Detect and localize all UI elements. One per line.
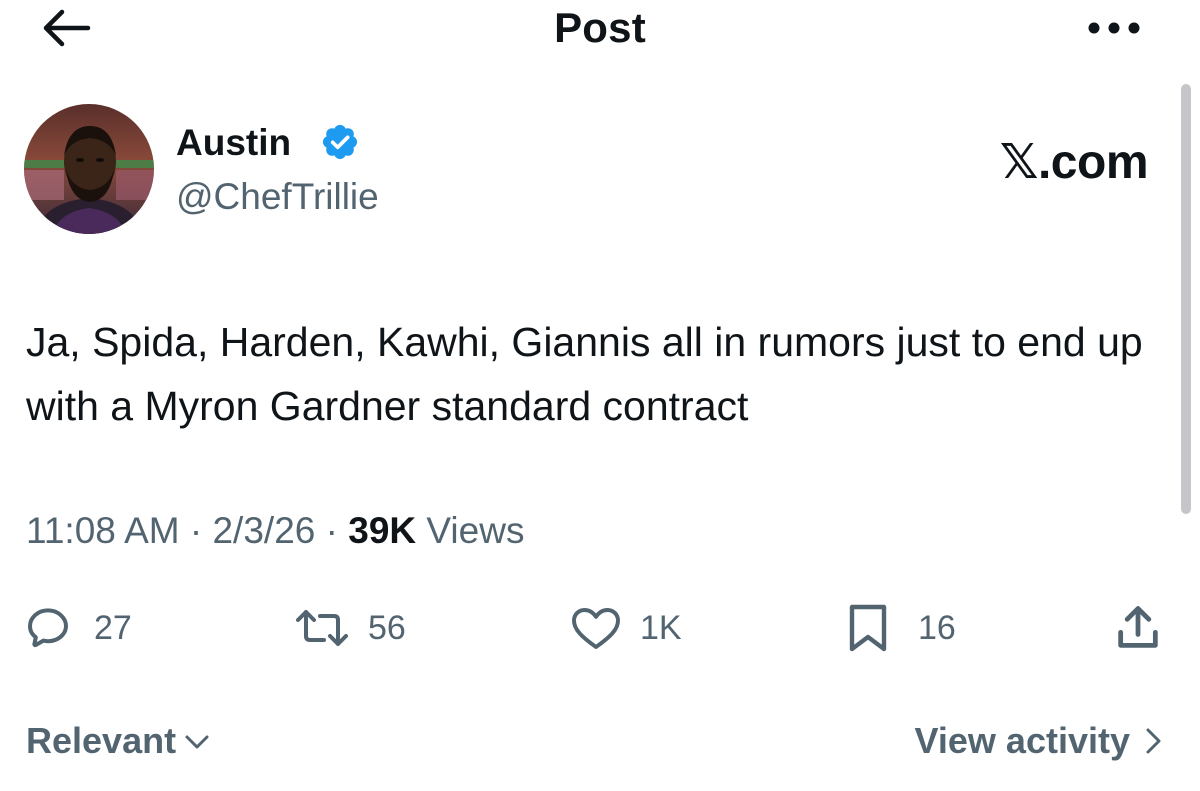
author-name[interactable]: Austin [176, 122, 291, 164]
post-screen: Post Austin @ChefTrillie 𝕏.com Ja, Spida… [0, 0, 1200, 791]
meta-separator: · [189, 510, 203, 551]
bookmark-button[interactable]: 16 [846, 598, 956, 658]
share-icon [1118, 606, 1158, 648]
views-count: 39K [348, 510, 417, 551]
reply-button[interactable]: 27 [24, 598, 132, 658]
chevron-down-icon [185, 735, 209, 749]
more-options-button[interactable] [1082, 10, 1146, 46]
bookmark-count: 16 [918, 608, 956, 647]
chevron-right-icon [1146, 728, 1161, 754]
page-title: Post [554, 4, 646, 51]
reply-count: 27 [94, 608, 132, 647]
scrollbar[interactable] [1181, 84, 1191, 514]
post-date[interactable]: 2/3/26 [212, 510, 315, 551]
profile-photo [24, 104, 154, 234]
x-com-watermark: 𝕏.com [999, 136, 1149, 189]
bookmark-icon [849, 604, 887, 652]
verified-badge-icon [320, 122, 360, 162]
repost-button[interactable]: 56 [292, 598, 406, 658]
view-activity-button[interactable]: View activity [915, 720, 1166, 762]
like-button[interactable]: 1K [570, 598, 682, 658]
meta-separator: · [325, 510, 338, 551]
sort-label: Relevant [26, 720, 177, 761]
view-activity-label: View activity [914, 720, 1130, 761]
post-text: Ja, Spida, Harden, Kawhi, Giannis all in… [26, 319, 1143, 429]
avatar[interactable] [24, 104, 154, 234]
repost-icon [296, 610, 348, 646]
repost-count: 56 [368, 608, 406, 647]
post-time[interactable]: 11:08 AM [26, 510, 180, 551]
more-horizontal-icon [1088, 22, 1140, 34]
share-button[interactable] [1112, 598, 1164, 658]
sort-replies-button[interactable]: Relevant [26, 720, 212, 762]
post-meta: 11:08 AM · 2/3/26 · 39K Views [26, 510, 524, 552]
author-handle[interactable]: @ChefTrillie [176, 176, 379, 218]
reply-icon [28, 608, 68, 648]
like-count: 1K [640, 608, 682, 647]
views-label: Views [426, 510, 525, 551]
heart-icon [572, 608, 620, 649]
